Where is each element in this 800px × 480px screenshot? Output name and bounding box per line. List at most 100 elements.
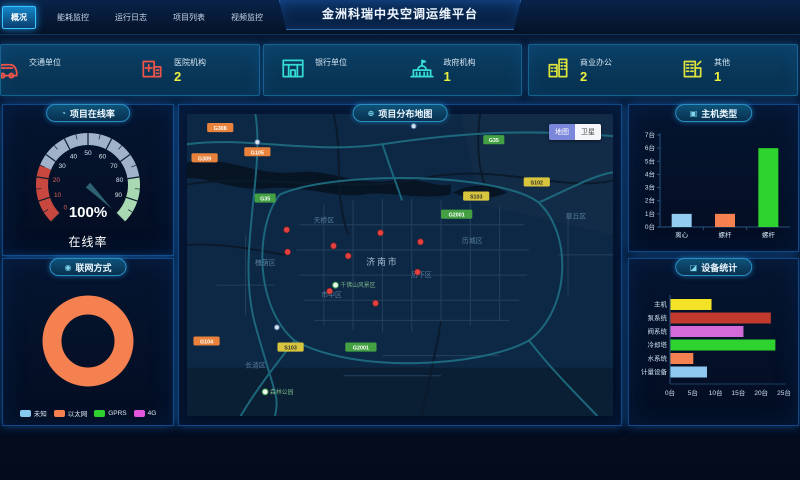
panel-online-rate: ◔ 项目在线率 0102030405060708090100% 在线率 <box>2 104 174 256</box>
tab-运行日志[interactable]: 运行日志 <box>110 9 152 26</box>
svg-text:水系统: 水系统 <box>647 354 667 363</box>
svg-text:离心: 离心 <box>675 230 689 239</box>
road-badge-G309: G309 <box>191 153 217 162</box>
panel-host-type: ▣ 主机类型 0台1台2台3台4台5台6台7台离心螺杆螺杆 <box>628 104 799 252</box>
map-toggle-卫星[interactable]: 卫星 <box>575 124 601 140</box>
road-badge-G35: G35 <box>255 194 276 203</box>
project-marker-icon[interactable] <box>284 227 290 233</box>
stat-item-政府机构: 政府机构1 <box>393 55 522 86</box>
project-marker-icon[interactable] <box>378 230 384 236</box>
svg-text:G2001: G2001 <box>449 213 465 219</box>
device-stats-bar-chart: 主机泵系统阀系统冷却塔水系统计量设备0台5台10台15台20台25台 <box>632 275 796 417</box>
stat-count <box>315 70 347 83</box>
project-marker-icon[interactable] <box>345 253 351 259</box>
legend-swatch <box>20 410 31 417</box>
station-marker-icon <box>255 140 260 145</box>
top-navbar: 概况能耗监控运行日志项目列表视频监控 金洲科瑞中央空调运维平台 <box>0 0 800 35</box>
office-icon <box>545 55 571 86</box>
road-badge-G2001: G2001 <box>345 343 376 352</box>
station-marker-icon <box>274 325 279 330</box>
tab-概况[interactable]: 概况 <box>2 6 36 29</box>
svg-text:70: 70 <box>110 163 118 170</box>
panel-project-map: ⊕ 项目分布地图 <box>178 104 622 426</box>
district-label: 历下区 <box>411 271 432 279</box>
city-label: 济南市 <box>366 256 398 267</box>
svg-text:G104: G104 <box>200 339 213 345</box>
svg-text:G105: G105 <box>251 150 264 156</box>
project-marker-icon[interactable] <box>327 288 333 294</box>
map-graphic: G308G309G105G35G35S102S103G2001S103G2001… <box>187 114 613 416</box>
svg-text:10: 10 <box>54 192 62 199</box>
district-label: 历城区 <box>462 237 483 245</box>
svg-text:50: 50 <box>84 150 92 157</box>
stats-icon: ◪ <box>690 263 698 272</box>
legend-item-4G[interactable]: 4G <box>134 408 157 418</box>
svg-text:G2001: G2001 <box>353 346 369 352</box>
legend-item-以太网[interactable]: 以太网 <box>54 408 88 418</box>
government-icon <box>409 55 435 86</box>
tab-项目列表[interactable]: 项目列表 <box>168 9 210 26</box>
building-icon <box>679 55 705 86</box>
stat-count <box>29 70 61 83</box>
svg-text:冷却塔: 冷却塔 <box>647 340 667 349</box>
svg-text:30: 30 <box>58 163 66 170</box>
panel-project-map-header: ⊕ 项目分布地图 <box>353 104 448 122</box>
legend-item-未知[interactable]: 未知 <box>20 408 47 418</box>
district-label: 长清区 <box>245 361 266 370</box>
svg-text:泵系统: 泵系统 <box>647 313 667 322</box>
svg-text:G308: G308 <box>214 126 227 132</box>
road-badge-G2001: G2001 <box>441 210 472 219</box>
svg-text:1台: 1台 <box>644 209 654 218</box>
svg-text:主机: 主机 <box>654 300 668 309</box>
svg-text:4台: 4台 <box>644 169 654 178</box>
map-canvas[interactable]: G308G309G105G35G35S102S103G2001S103G2001… <box>187 114 613 416</box>
panel-network-type: ◉ 联网方式 未知以太网 GPRS 4G <box>2 258 174 426</box>
network-icon: ◉ <box>65 263 72 272</box>
map-icon: ⊕ <box>368 109 375 118</box>
svg-text:25台: 25台 <box>777 388 791 397</box>
panel-online-rate-header: ◔ 项目在线率 <box>46 104 130 122</box>
svg-text:0台: 0台 <box>644 222 654 231</box>
stat-label: 医院机构 <box>174 57 206 68</box>
svg-text:千佛山风景区: 千佛山风景区 <box>340 281 375 289</box>
stat-card-units-3: 商业办公2其他1 <box>528 44 798 96</box>
project-marker-icon[interactable] <box>418 239 424 245</box>
legend-label: 未知 <box>34 408 47 418</box>
bank-icon <box>280 55 306 86</box>
svg-text:G309: G309 <box>198 156 211 162</box>
panel-network-type-title: 联网方式 <box>75 261 111 274</box>
stat-label: 银行单位 <box>315 57 347 68</box>
svg-text:0: 0 <box>64 205 68 212</box>
road-badge-G105: G105 <box>244 147 270 156</box>
project-marker-icon[interactable] <box>415 269 421 275</box>
stat-card-units-1: 交通单位医院机构2 <box>0 44 260 96</box>
stat-count: 2 <box>580 70 612 83</box>
tab-视频监控[interactable]: 视频监控 <box>226 9 268 26</box>
district-label: 槐荫区 <box>255 258 276 267</box>
app-title: 金洲科瑞中央空调运维平台 <box>279 0 521 30</box>
project-marker-icon[interactable] <box>285 249 291 255</box>
legend-item-GPRS[interactable]: GPRS <box>94 408 126 418</box>
svg-text:G35: G35 <box>489 138 499 144</box>
stat-count: 1 <box>444 70 476 83</box>
stat-item-交通单位: 交通单位 <box>0 55 123 86</box>
network-legend: 未知以太网 GPRS 4G <box>3 408 173 418</box>
project-marker-icon[interactable] <box>331 243 337 249</box>
stat-label: 其他 <box>714 57 730 68</box>
tab-能耗监控[interactable]: 能耗监控 <box>52 9 94 26</box>
svg-text:螺杆: 螺杆 <box>718 230 732 239</box>
svg-text:0台: 0台 <box>664 388 674 397</box>
svg-text:G35: G35 <box>260 197 270 203</box>
panel-project-map-title: 项目分布地图 <box>378 107 432 120</box>
svg-text:100%: 100% <box>69 204 107 221</box>
panel-network-type-header: ◉ 联网方式 <box>50 258 127 276</box>
hospital-icon <box>139 55 165 86</box>
map-toggle-地图[interactable]: 地图 <box>549 124 575 140</box>
svg-text:阀系统: 阀系统 <box>647 327 667 336</box>
svg-text:6台: 6台 <box>644 143 654 152</box>
stat-item-医院机构: 医院机构2 <box>123 55 252 86</box>
road-badge-S103: S103 <box>277 343 303 352</box>
svg-text:S103: S103 <box>470 195 483 201</box>
panel-device-stats: ◪ 设备统计 主机泵系统阀系统冷却塔水系统计量设备0台5台10台15台20台25… <box>628 258 799 426</box>
project-marker-icon[interactable] <box>373 300 379 306</box>
